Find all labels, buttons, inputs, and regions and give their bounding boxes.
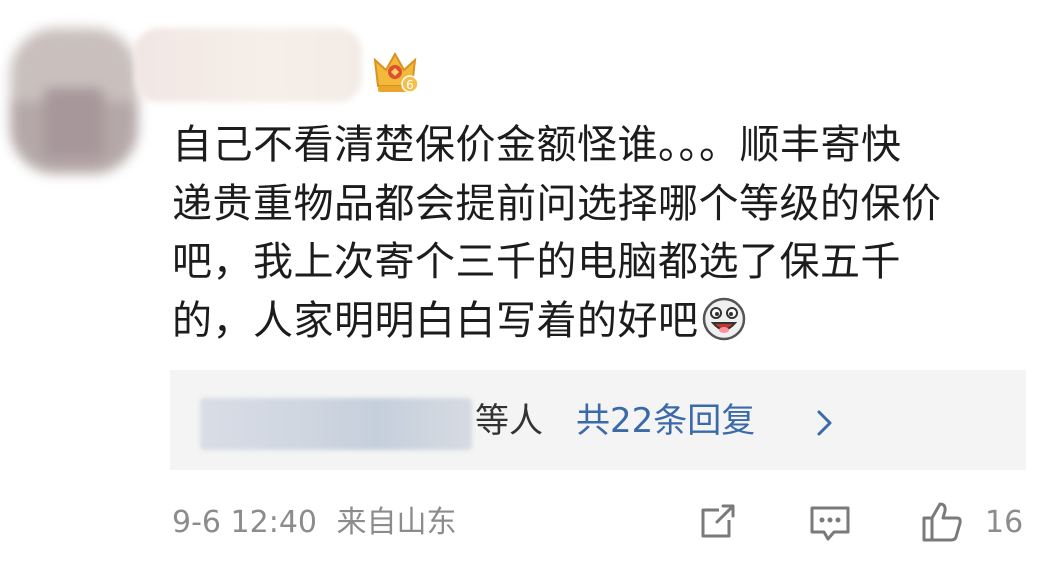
reply-usernames (200, 398, 472, 450)
location: 来自山东 (336, 505, 457, 540)
comment-icon[interactable] (806, 498, 854, 546)
avatar[interactable] (10, 28, 138, 174)
replies-panel[interactable]: 等人 共22条回复 (170, 370, 1026, 470)
comment-meta: 9-6 12:40 来自山东 (172, 503, 457, 543)
comment-line: 自己不看清楚保价金额怪谁。。。顺丰寄快 (172, 122, 902, 168)
view-replies-link[interactable]: 共22条回复 (576, 401, 755, 441)
share-icon[interactable] (693, 498, 741, 546)
chevron-right-icon[interactable] (814, 408, 836, 438)
username[interactable] (134, 28, 362, 102)
level-badge-text: 6 (406, 78, 414, 92)
reply-suffix: 等人 (475, 401, 543, 441)
comment-line-text: 的，人家明明白白写着的好吧 (172, 297, 699, 344)
comment-line-last: 的，人家明明白白写着的好吧 (172, 292, 1032, 351)
timestamp: 9-6 12:40 (172, 505, 317, 540)
comment-line: 递贵重物品都会提前问选择哪个等级的保价 (172, 180, 942, 227)
crown-icon: 6 (373, 51, 418, 93)
comment-line: 吧，我上次寄个三千的电脑都选了保五千 (172, 239, 901, 285)
comment-text: 自己不看清楚保价金额怪谁。。。顺丰寄快 递贵重物品都会提前问选择哪个等级的保价 … (172, 116, 1032, 350)
thumbs-up-icon[interactable] (918, 498, 966, 546)
like-count: 16 (985, 505, 1024, 540)
laughing-face-emoji-icon (702, 297, 745, 340)
